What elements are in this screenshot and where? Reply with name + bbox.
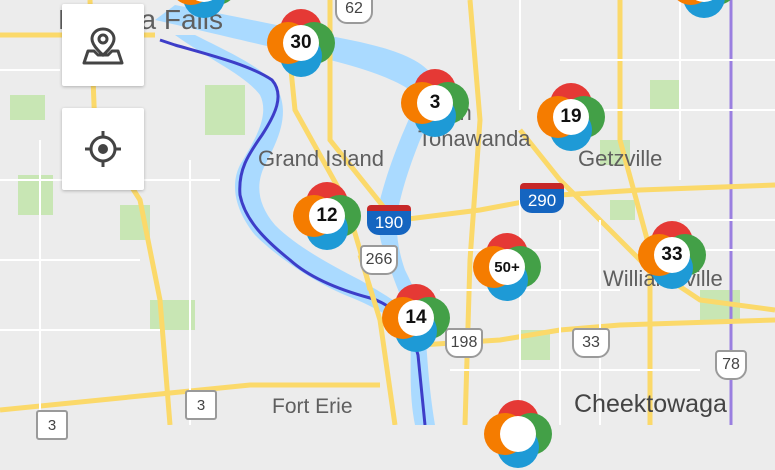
map-cluster[interactable]: 50+ [471, 231, 543, 303]
route-3b-shield: 3 [36, 410, 68, 440]
cluster-count: 12 [309, 198, 345, 234]
route-190-shield: 190 [367, 205, 411, 235]
cluster-count: 14 [398, 300, 434, 336]
route-3-shield: 3 [185, 390, 217, 420]
route-290-shield: 290 [520, 183, 564, 213]
map-canvas[interactable]: Niagara Falls Grand Island North Tonawan… [0, 0, 775, 468]
map-cluster-partial-right[interactable] [668, 0, 740, 20]
map-cluster[interactable]: 33 [636, 219, 708, 291]
map-cluster[interactable]: 12 [291, 180, 363, 252]
route-78-shield: 78 [715, 350, 747, 380]
map-cluster[interactable]: 3 [399, 67, 471, 139]
map-cluster-partial-left[interactable] [168, 0, 240, 20]
route-33-shield: 33 [572, 328, 610, 358]
cluster-count: 3 [417, 85, 453, 121]
crosshair-icon [85, 131, 121, 167]
map-pin-icon [82, 27, 124, 65]
cluster-count: 30 [283, 25, 319, 61]
cluster-count [500, 416, 536, 452]
route-290-label: 290 [520, 189, 564, 213]
route-62-shield: 62 [335, 0, 373, 24]
place-fort-erie: Fort Erie [272, 395, 353, 418]
map-cluster-partial-bottom[interactable] [482, 398, 554, 470]
location-button[interactable] [62, 4, 144, 86]
route-266-shield: 266 [360, 245, 398, 275]
map-cluster[interactable]: 19 [535, 81, 607, 153]
place-grand-island: Grand Island [258, 146, 384, 171]
cluster-count: 33 [654, 237, 690, 273]
map-cluster[interactable]: 14 [380, 282, 452, 354]
cluster-count: 19 [553, 99, 589, 135]
cluster-count: 50+ [489, 249, 525, 285]
place-cheektowaga: Cheektowaga [574, 390, 727, 418]
gps-button[interactable] [62, 108, 144, 190]
route-190-label: 190 [367, 211, 411, 235]
map-cluster[interactable]: 30 [265, 7, 337, 79]
